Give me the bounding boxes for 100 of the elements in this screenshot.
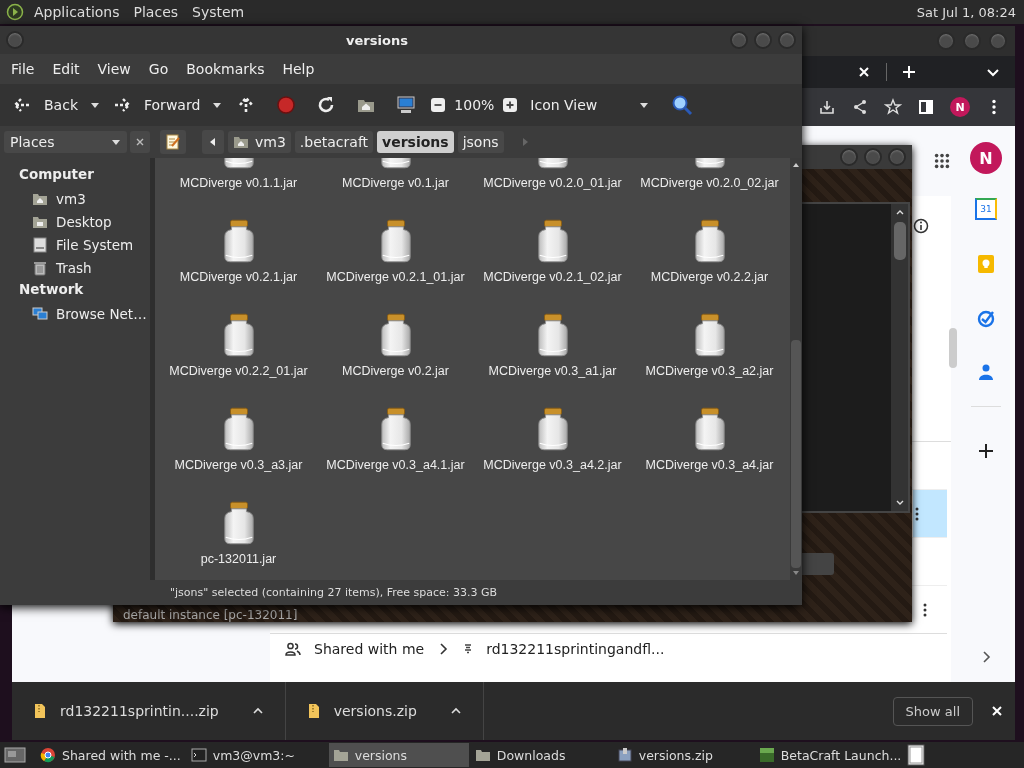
more-icon[interactable] — [923, 602, 927, 617]
forward-button[interactable]: Forward — [108, 91, 205, 119]
jar-file[interactable]: MCDiverge v0.3_a4.2.jar — [474, 404, 631, 498]
menu-item[interactable]: Edit — [43, 61, 89, 77]
download-icon[interactable] — [818, 98, 836, 116]
jar-file[interactable]: MCDiverge v0.3_a2.jar — [631, 310, 788, 404]
zoom-level: 100% — [454, 97, 495, 113]
panel-menu[interactable]: Places — [133, 4, 179, 20]
jar-file[interactable]: MCDiverge v0.3_a1.jar — [474, 310, 631, 404]
jar-file[interactable]: MCDiverge v0.1.jar — [317, 158, 474, 216]
download-item[interactable]: rd132211sprintin....zip — [12, 682, 286, 740]
add-icon[interactable] — [976, 441, 996, 461]
more-icon[interactable] — [915, 506, 919, 521]
jar-file[interactable]: MCDiverge v0.2.jar — [317, 310, 474, 404]
folder-icon — [332, 747, 349, 763]
profile-avatar[interactable]: N — [970, 142, 1002, 174]
path-left-button[interactable] — [202, 130, 224, 154]
places-dropdown[interactable]: Places — [4, 131, 127, 153]
menu-item[interactable]: Help — [273, 61, 324, 77]
task-check-icon[interactable] — [976, 308, 996, 328]
jar-icon — [692, 313, 727, 357]
computer-icon[interactable] — [396, 95, 417, 115]
new-tab-plus-icon[interactable] — [901, 64, 917, 80]
jar-icon — [378, 313, 413, 357]
share-icon[interactable] — [851, 98, 869, 116]
jar-file[interactable]: MCDiverge v0.2.2.jar — [631, 216, 788, 310]
side-panel-icon[interactable] — [917, 98, 935, 116]
jar-icon — [692, 407, 727, 451]
terminal-icon — [190, 747, 207, 763]
menu-item[interactable]: File — [2, 61, 44, 77]
scrollbar-thumb[interactable] — [791, 340, 801, 568]
path-button[interactable]: .betacraft — [294, 131, 374, 153]
jar-icon — [221, 407, 256, 451]
close-sidebar-button[interactable] — [130, 131, 150, 153]
sidebar-item[interactable]: Trash — [0, 256, 150, 279]
sidebar-item[interactable]: Desktop — [0, 210, 150, 233]
jar-file[interactable]: MCDiverge v0.2.2_01.jar — [160, 310, 317, 404]
show-desktop-icon[interactable] — [4, 746, 26, 764]
scrollbar-thumb[interactable] — [893, 222, 906, 260]
trash-icon — [32, 259, 48, 276]
jar-icon — [535, 407, 570, 451]
jar-file[interactable]: MCDiverge v0.1.1.jar — [160, 158, 317, 216]
jar-icon — [221, 219, 256, 263]
path-button[interactable]: jsons — [457, 131, 504, 153]
sidebar-item[interactable]: File System — [0, 233, 150, 256]
apps-grid-icon[interactable] — [933, 152, 951, 170]
taskbar-button[interactable]: Shared with me -... — [36, 743, 185, 767]
panel-menu[interactable]: System — [192, 4, 245, 20]
dropdown-caret-icon[interactable] — [212, 100, 223, 110]
jar-file[interactable]: pc-132011.jar — [160, 498, 317, 580]
taskbar-button[interactable]: versions — [328, 743, 469, 767]
breadcrumb-item[interactable]: rd132211sprintingandfl... — [486, 641, 665, 657]
network-icon — [32, 305, 48, 322]
show-all-button[interactable]: Show all — [892, 696, 973, 726]
jar-icon — [378, 407, 413, 451]
calendar-icon[interactable]: 31 — [975, 198, 997, 220]
path-button[interactable]: vm3 — [228, 131, 291, 153]
star-icon[interactable] — [884, 98, 902, 116]
jar-file[interactable]: MCDiverge v0.2.1_01.jar — [317, 216, 474, 310]
back-button[interactable]: Back — [8, 91, 82, 119]
sidebar-item[interactable]: Browse Net… — [0, 302, 150, 325]
jar-file[interactable]: MCDiverge v0.2.0_01.jar — [474, 158, 631, 216]
profile-avatar[interactable]: N — [950, 97, 970, 117]
sidebar-heading: Computer — [18, 165, 95, 184]
taskbar-button[interactable]: versions.zip — [612, 743, 753, 767]
taskbar-button[interactable]: Downloads — [470, 743, 611, 767]
info-icon[interactable] — [913, 218, 929, 234]
jar-file[interactable]: MCDiverge v0.3_a3.jar — [160, 404, 317, 498]
person-icon[interactable] — [976, 362, 996, 382]
jar-file[interactable]: MCDiverge v0.2.1_02.jar — [474, 216, 631, 310]
jar-file[interactable]: MCDiverge v0.3_a4.jar — [631, 404, 788, 498]
clock[interactable]: Sat Jul 1, 08:24 — [916, 4, 1016, 20]
taskbar-button[interactable]: vm3@vm3:~ — [186, 743, 327, 767]
edit-location-button[interactable] — [160, 130, 186, 154]
jar-file[interactable]: MCDiverge v0.3_a4.1.jar — [317, 404, 474, 498]
taskbar-button[interactable]: BetaCraft Launch... — [754, 743, 906, 767]
breadcrumb-link[interactable]: Shared with me — [314, 641, 425, 657]
jar-icon — [535, 313, 570, 357]
jar-file[interactable]: MCDiverge v0.2.1.jar — [160, 216, 317, 310]
zoom-in-icon[interactable] — [502, 97, 519, 113]
dropdown-caret-icon[interactable] — [90, 100, 100, 110]
download-item[interactable]: versions.zip — [285, 682, 484, 740]
menu-item[interactable]: View — [88, 61, 140, 77]
scrollbar[interactable] — [891, 204, 908, 511]
menu-item[interactable]: Bookmarks — [177, 61, 274, 77]
workspace-icon[interactable] — [907, 744, 926, 766]
folder-icon — [474, 747, 491, 763]
jar-file[interactable]: MCDiverge v0.2.0_02.jar — [631, 158, 788, 216]
distro-logo-icon[interactable] — [6, 3, 24, 21]
jar-icon — [378, 219, 413, 263]
path-button[interactable]: versions — [377, 131, 454, 153]
zoom-out-icon[interactable] — [430, 97, 447, 113]
menu-item[interactable]: Go — [139, 61, 178, 77]
view-mode-dropdown[interactable]: Icon View — [526, 93, 658, 117]
search-icon[interactable] — [671, 94, 694, 116]
panel-menu[interactable]: Applications — [34, 4, 120, 20]
sidebar-heading: Network — [18, 280, 85, 299]
window-title: versions — [345, 32, 409, 48]
scrollbar-thumb[interactable] — [949, 328, 957, 368]
sidebar-item[interactable]: vm3 — [0, 187, 150, 210]
